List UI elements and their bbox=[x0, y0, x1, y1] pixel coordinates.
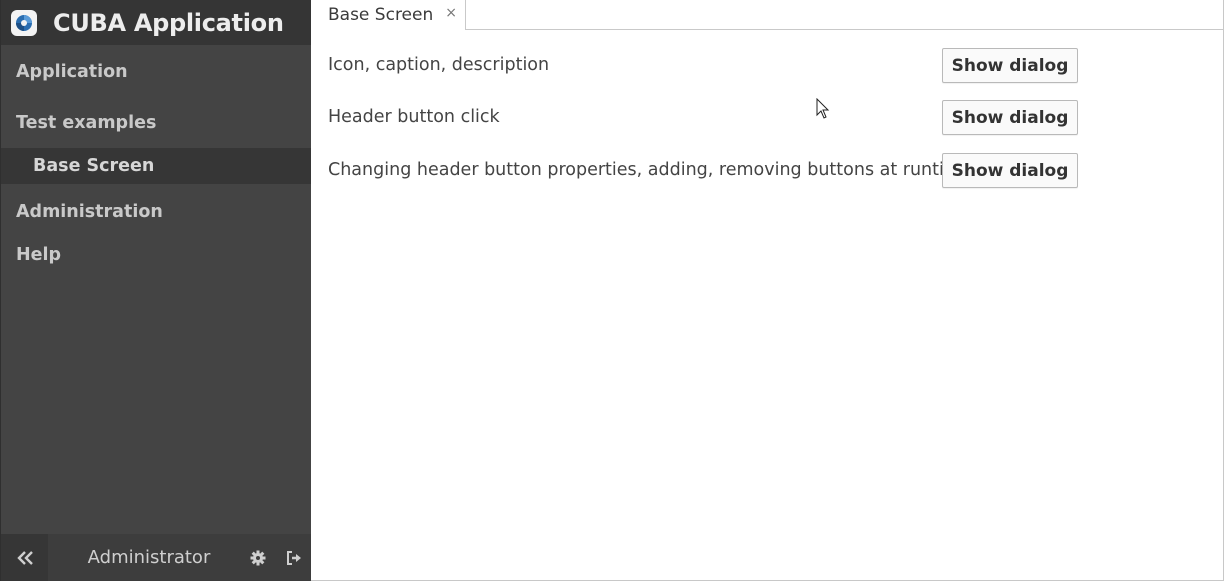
tab-label: Base Screen bbox=[328, 5, 434, 25]
side-menu: Application Test examples Base Screen Ad… bbox=[1, 47, 312, 281]
mouse-cursor-icon bbox=[816, 98, 830, 119]
app-title: CUBA Application bbox=[53, 8, 284, 37]
row-header-button-click: Header button click Show dialog bbox=[328, 100, 1088, 136]
double-chevron-left-icon bbox=[16, 550, 33, 565]
settings-button[interactable] bbox=[240, 534, 276, 581]
show-dialog-button[interactable]: Show dialog bbox=[942, 100, 1078, 135]
collapse-menu-button[interactable] bbox=[1, 534, 48, 581]
show-dialog-button[interactable]: Show dialog bbox=[942, 48, 1078, 83]
tab-underline-cover bbox=[311, 29, 465, 31]
sidebar: CUBA Application Application Test exampl… bbox=[0, 0, 312, 581]
tab-base-screen[interactable]: Base Screen × bbox=[311, 0, 466, 31]
gear-icon bbox=[250, 550, 266, 565]
logout-button[interactable] bbox=[276, 534, 312, 581]
row-icon-caption: Icon, caption, description Show dialog bbox=[328, 48, 1088, 84]
row-changing-header-buttons: Changing header button properties, addin… bbox=[328, 153, 1088, 189]
cuba-logo-icon bbox=[11, 9, 37, 36]
menu-item-base-screen[interactable]: Base Screen bbox=[1, 148, 312, 184]
logout-icon bbox=[287, 550, 301, 565]
show-dialog-button[interactable]: Show dialog bbox=[942, 153, 1078, 188]
row-label: Header button click bbox=[328, 107, 500, 127]
menu-item-administration[interactable]: Administration bbox=[1, 184, 312, 230]
sidebar-footer: Administrator bbox=[1, 534, 312, 581]
main-content: Base Screen × Icon, caption, description… bbox=[311, 0, 1224, 581]
user-name[interactable]: Administrator bbox=[48, 547, 240, 568]
row-label: Icon, caption, description bbox=[328, 55, 550, 75]
app-header: CUBA Application bbox=[1, 0, 312, 45]
row-label: Changing header button properties, addin… bbox=[328, 160, 972, 180]
tab-bar: Base Screen × bbox=[311, 0, 1224, 31]
tab-close-icon[interactable]: × bbox=[445, 5, 457, 21]
menu-item-test-examples[interactable]: Test examples bbox=[1, 98, 312, 149]
menu-item-application[interactable]: Application bbox=[1, 47, 312, 98]
menu-item-help[interactable]: Help bbox=[1, 230, 312, 281]
